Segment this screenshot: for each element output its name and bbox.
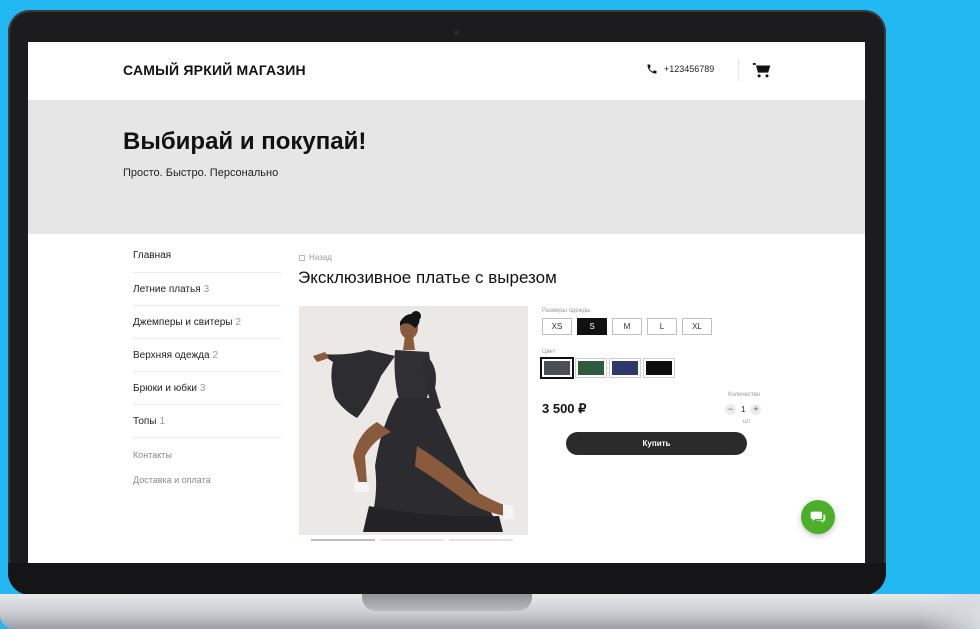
screen: САМЫЙ ЯРКИЙ МАГАЗИН +123456789 Выбирай и… [28,42,865,563]
brand-logo[interactable]: САМЫЙ ЯРКИЙ МАГАЗИН [123,62,306,78]
size-selector: XS S M L XL [542,318,712,335]
header-divider [738,59,739,81]
back-link[interactable]: Назад [299,253,332,262]
hero-banner: Выбирай и покупай! Просто. Быстро. Персо… [28,100,865,234]
color-label: Цвет [542,349,556,355]
hero-title: Выбирай и покупай! [123,128,367,155]
color-swatch-green[interactable] [575,358,607,378]
quantity-label: Количество [728,392,761,398]
color-swatch-grey[interactable] [540,357,574,379]
sidebar-item-count: 3 [199,382,206,394]
phone-number: +123456789 [664,64,715,74]
size-xl-button[interactable]: XL [682,318,712,335]
quantity-increase-button[interactable]: + [750,404,762,415]
quantity-decrease-button[interactable]: − [725,404,736,415]
sidebar-item-count: 2 [212,349,219,361]
sidebar-item-jumpers[interactable]: Джемперы и свитеры 2 [133,306,281,339]
gallery-dot-2[interactable] [380,539,444,541]
size-m-button[interactable]: M [612,318,642,335]
sidebar-item-label: Джемперы и свитеры [133,316,233,328]
sidebar-item-home[interactable]: Главная [133,250,281,273]
sidebar-item-count: 1 [159,415,166,427]
camera [454,30,459,35]
sidebar-item-label: Топы [133,415,157,427]
color-swatch-navy[interactable] [609,358,641,378]
category-sidebar: Главная Летние платья 3 Джемперы и свите… [133,250,281,489]
link-delivery[interactable]: Доставка и оплата [133,475,281,489]
chat-button[interactable] [801,500,835,534]
link-contacts[interactable]: Контакты [133,450,281,464]
size-s-button[interactable]: S [577,318,607,335]
quantity-value: 1 [741,405,746,414]
size-l-button[interactable]: L [647,318,677,335]
laptop-chin [8,563,886,595]
quantity-unit: шт [743,419,751,425]
chat-icon [810,511,826,523]
model-illustration [299,306,528,535]
hero-subtitle: Просто. Быстро. Персонально [123,167,279,179]
sidebar-item-tops[interactable]: Топы 1 [133,405,281,438]
product-price: 3 500 ₽ [542,401,587,416]
phone-icon [647,64,657,74]
sidebar-item-label: Летние платья [133,283,201,295]
sizes-label: Размеры одежды [542,308,591,314]
laptop-notch [362,594,532,611]
sidebar-item-summer-dresses[interactable]: Летние платья 3 [133,273,281,306]
product-photo[interactable] [299,306,528,535]
color-selector [540,357,675,379]
sidebar-item-count: 2 [235,316,242,328]
back-icon [299,254,305,261]
sidebar-item-label: Верхняя одежда [133,349,210,361]
laptop-base-shine [920,594,980,629]
gallery-dot-3[interactable] [449,539,513,541]
phone-contact[interactable]: +123456789 [646,63,714,75]
color-swatch-black[interactable] [643,358,675,378]
product-title: Эксклюзивное платье с вырезом [298,268,557,287]
gallery-indicator [311,539,513,541]
sidebar-item-label: Брюки и юбки [133,382,197,394]
gallery-dot-1[interactable] [311,539,375,541]
buy-button[interactable]: Купить [566,432,747,455]
back-label: Назад [309,253,332,262]
sidebar-item-count: 3 [203,283,210,295]
sidebar-item-outerwear[interactable]: Верхняя одежда 2 [133,339,281,372]
cart-icon[interactable] [752,62,772,79]
site-header: САМЫЙ ЯРКИЙ МАГАЗИН +123456789 [28,42,865,100]
sidebar-item-trousers-skirts[interactable]: Брюки и юбки 3 [133,372,281,405]
quantity-stepper: − 1 + [725,404,762,415]
sidebar-item-label: Главная [133,250,172,261]
size-xs-button[interactable]: XS [542,318,572,335]
